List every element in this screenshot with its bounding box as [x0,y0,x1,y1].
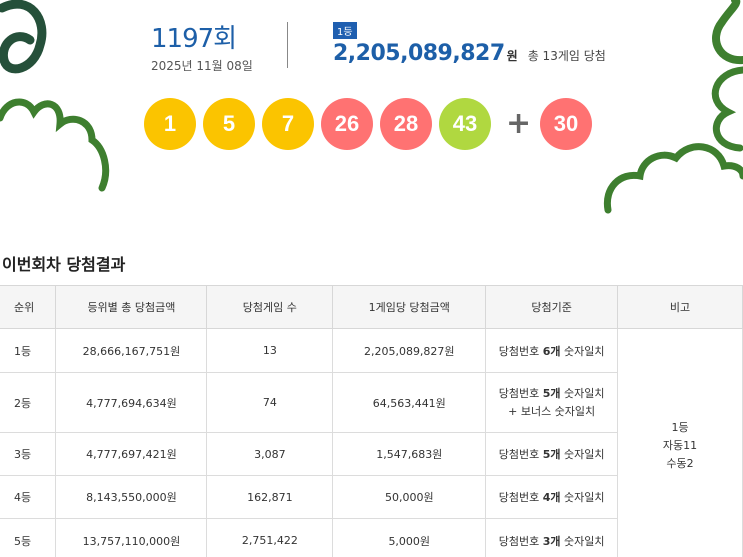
criteria-cell: 당첨번호 3개 숫자일치 [485,518,619,557]
criteria-count: 4개 [542,491,561,504]
note-line-2: 자동11 [662,438,698,452]
header-games: 당첨게임 수 [206,285,334,329]
criteria-bonus: + 보너스 숫자일치 [508,404,596,418]
ball-2: 5 [203,98,255,150]
rank-cell: 2등 [0,372,57,433]
games-cell: 74 [206,372,334,433]
note-line-1: 1등 [671,420,689,434]
ball-5: 28 [380,98,432,150]
plus-icon: + [506,106,532,141]
draw-summary: 1197회 2025년 11월 08일 1등 2,205,089,827 원 총 1… [0,0,743,215]
criteria-suffix: 숫자일치 [560,344,605,358]
round-suffix: 회 [213,24,237,54]
round-info: 1197회 2025년 11월 08일 [151,18,253,74]
bonus-ball: 30 [540,98,592,150]
criteria-prefix: 당첨번호 [498,448,543,461]
ball-3: 7 [262,98,314,150]
note-cell: 1등 자동11 수동2 [617,328,743,557]
rank-cell: 5등 [0,518,57,557]
criteria-cell: 당첨번호 4개 숫자일치 [485,475,619,519]
rank-cell: 3등 [0,432,57,476]
games-cell: 2,751,422 [206,518,334,557]
table-header-row: 순위 등위별 총 당첨금액 당첨게임 수 1게임당 당첨금액 당첨기준 비고 [0,285,743,329]
round-number-value: 1197 [151,24,214,54]
criteria-count: 3개 [542,534,561,548]
per-game-cell: 64,563,441원 [332,372,487,433]
rank-cell: 4등 [0,475,57,519]
header-criteria: 당첨기준 [485,285,619,329]
first-prize-winners: 총 13게임 당첨 [527,49,606,63]
per-game-cell: 50,000원 [332,475,487,519]
criteria-cell: 당첨번호 5개 숫자일치 [485,432,619,476]
games-cell: 3,087 [206,432,334,476]
table-row: 1등 28,666,167,751원 13 2,205,089,827원 당첨번… [0,328,743,557]
criteria-prefix: 당첨번호 [498,491,543,504]
total-cell: 28,666,167,751원 [55,328,208,373]
total-cell: 4,777,697,421원 [55,432,208,476]
ball-6: 43 [439,98,491,150]
criteria-cell: 당첨번호 5개 숫자일치 + 보너스 숫자일치 [485,372,619,433]
criteria-prefix: 당첨번호 [498,386,543,400]
criteria-count: 5개 [542,448,561,461]
criteria-suffix: 숫자일치 [560,386,605,400]
ball-4: 26 [321,98,373,150]
header-per-game: 1게임당 당첨금액 [332,285,487,329]
results-table: 순위 등위별 총 당첨금액 당첨게임 수 1게임당 당첨금액 당첨기준 비고 1… [0,285,743,557]
header-total: 등위별 총 당첨금액 [55,285,208,329]
criteria-prefix: 당첨번호 [498,534,543,548]
criteria-prefix: 당첨번호 [498,344,543,358]
criteria-cell: 당첨번호 6개 숫자일치 [485,328,619,373]
note-line-3: 수동2 [666,456,694,470]
total-cell: 8,143,550,000원 [55,475,208,519]
criteria-suffix: 숫자일치 [560,491,605,504]
section-title: 이번회차 당첨결과 [2,255,126,274]
first-prize-amount: 2,205,089,827 [333,41,505,66]
games-cell: 13 [206,328,334,373]
per-game-cell: 2,205,089,827원 [332,328,487,373]
first-prize-badge: 1등 [333,22,357,39]
games-cell: 162,871 [206,475,334,519]
total-cell: 13,757,110,000원 [55,518,208,557]
criteria-suffix: 숫자일치 [560,534,605,548]
criteria-suffix: 숫자일치 [560,448,605,461]
round-number: 1197회 [151,18,253,55]
draw-date: 2025년 11월 08일 [151,59,253,73]
ball-1: 1 [144,98,196,150]
per-game-cell: 5,000원 [332,518,487,557]
header-note: 비고 [617,285,743,329]
rank-cell: 1등 [0,328,57,373]
divider [287,22,288,68]
total-cell: 4,777,694,634원 [55,372,208,433]
per-game-cell: 1,547,683원 [332,432,487,476]
header-rank: 순위 [0,285,57,329]
first-prize-unit: 원 [506,49,518,63]
criteria-count: 5개 [542,386,561,400]
criteria-count: 6개 [542,344,561,358]
first-prize-info: 1등 2,205,089,827 원 총 13게임 당첨 [333,20,606,66]
